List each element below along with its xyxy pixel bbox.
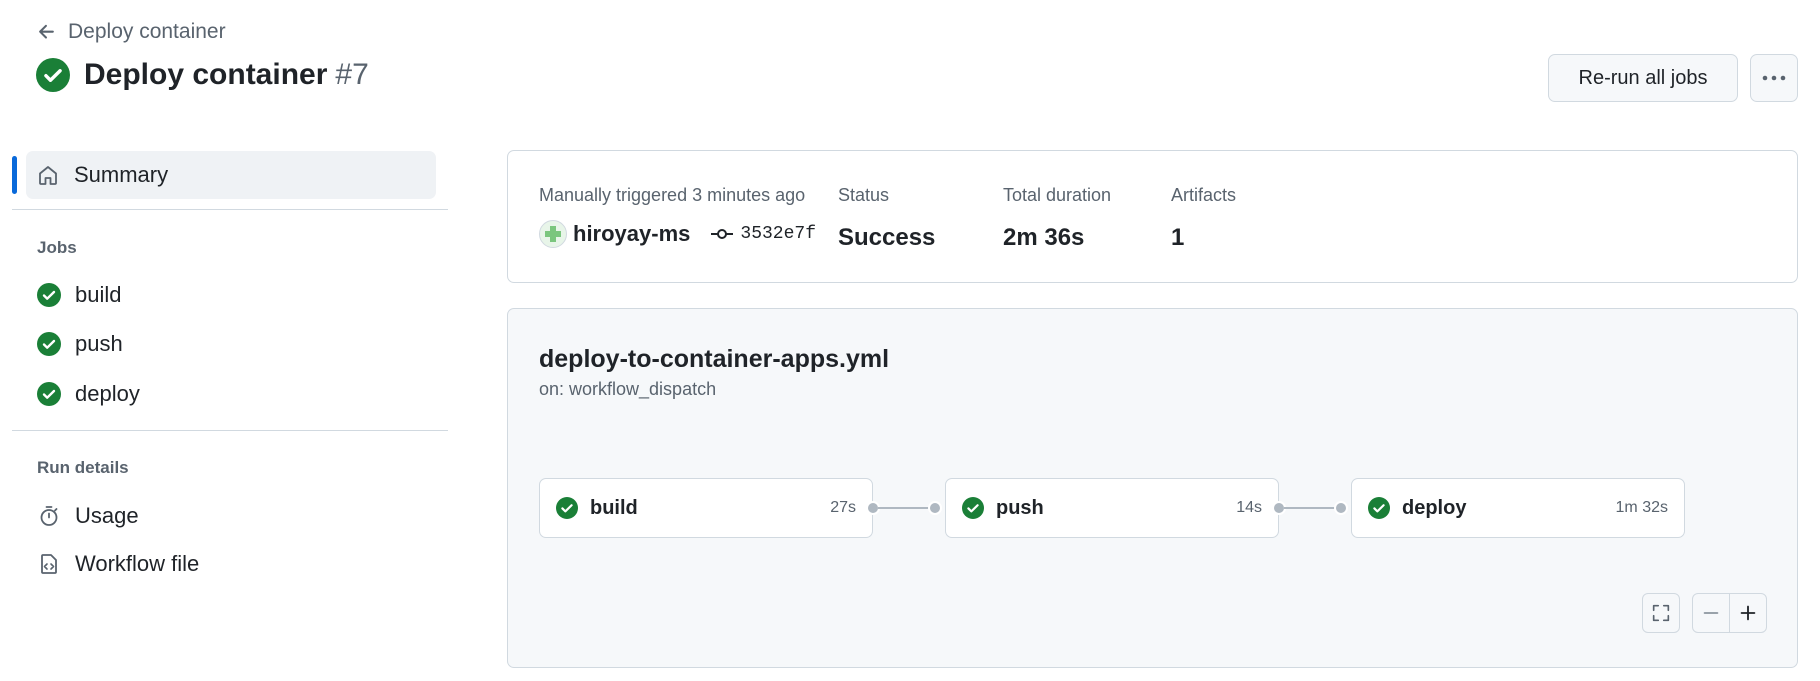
back-link[interactable]: Deploy container xyxy=(36,20,226,44)
back-link-label: Deploy container xyxy=(68,20,226,43)
git-commit-icon xyxy=(711,229,734,239)
duration-section: Total duration 2m 36s xyxy=(1003,185,1111,252)
success-check-icon xyxy=(556,497,578,519)
workflow-file-name: deploy-to-container-apps.yml xyxy=(539,345,890,373)
home-icon xyxy=(39,166,57,185)
graph-node xyxy=(928,501,942,515)
run-info-card: Manually triggered 3 minutes ago hiroyay… xyxy=(507,150,1798,283)
duration-label: Total duration xyxy=(1003,185,1112,205)
run-title: Deploy container #7 xyxy=(84,58,369,92)
success-check-icon xyxy=(1368,497,1390,519)
status-section: Status Success xyxy=(838,185,935,252)
fullscreen-icon xyxy=(1652,604,1670,622)
workflow-trigger: on: workflow_dispatch xyxy=(539,379,717,399)
job-name: deploy xyxy=(1402,496,1467,519)
avatar[interactable] xyxy=(539,220,567,248)
zoom-out-button[interactable] xyxy=(1692,593,1730,633)
sidebar-item-push[interactable]: push xyxy=(37,331,123,357)
job-name: build xyxy=(590,496,638,519)
zoom-in-button[interactable] xyxy=(1729,593,1767,633)
sidebar-item-summary[interactable]: Summary xyxy=(26,151,436,199)
sidebar-item-label: Workflow file xyxy=(75,551,200,576)
graph-job-build[interactable]: build 27s xyxy=(539,478,873,538)
trigger-section: Manually triggered 3 minutes ago hiroyay… xyxy=(539,185,816,248)
more-options-button[interactable] xyxy=(1750,54,1798,102)
minus-icon xyxy=(1703,612,1719,614)
jobs-heading: Jobs xyxy=(37,238,77,257)
sidebar-item-label: Summary xyxy=(74,162,169,187)
workflow-graph-card: deploy-to-container-apps.yml on: workflo… xyxy=(507,308,1798,668)
artifacts-section: Artifacts 1 xyxy=(1171,185,1236,252)
sidebar-item-label: Usage xyxy=(75,503,139,528)
active-indicator xyxy=(12,156,17,194)
duration-value: 2m 36s xyxy=(1003,224,1085,251)
job-duration: 14s xyxy=(1236,499,1262,516)
artifacts-value[interactable]: 1 xyxy=(1171,224,1236,252)
job-duration: 1m 32s xyxy=(1615,499,1668,516)
graph-node xyxy=(1334,501,1348,515)
sidebar-divider xyxy=(12,430,448,431)
graph-job-push[interactable]: push 14s xyxy=(945,478,1279,538)
rerun-all-jobs-button[interactable]: Re-run all jobs xyxy=(1548,54,1738,102)
graph-job-deploy[interactable]: deploy 1m 32s xyxy=(1351,478,1685,538)
commit-link[interactable]: 3532e7f xyxy=(740,224,816,244)
success-check-icon xyxy=(37,332,61,356)
graph-connector xyxy=(1284,507,1336,509)
job-name: push xyxy=(996,496,1044,519)
plus-icon xyxy=(1740,605,1756,621)
file-code-icon xyxy=(41,554,57,574)
sidebar-item-label: build xyxy=(75,282,122,307)
success-check-icon xyxy=(37,283,61,307)
sidebar-item-workflow-file[interactable]: Workflow file xyxy=(37,551,199,577)
sidebar-divider xyxy=(12,209,448,210)
sidebar-item-deploy[interactable]: deploy xyxy=(37,381,140,407)
sidebar-item-label: deploy xyxy=(75,381,140,406)
page-title: Deploy container #7 xyxy=(36,58,369,92)
success-check-icon xyxy=(36,58,70,92)
status-value: Success xyxy=(838,224,936,251)
arrow-left-icon xyxy=(39,24,54,39)
run-details-heading: Run details xyxy=(37,458,129,477)
sidebar-item-build[interactable]: build xyxy=(37,282,121,308)
artifacts-label: Artifacts xyxy=(1171,185,1237,205)
graph-connector xyxy=(878,507,930,509)
status-label: Status xyxy=(838,185,890,205)
avatar-icon xyxy=(545,226,561,242)
success-check-icon xyxy=(962,497,984,519)
run-title-text: Deploy container xyxy=(84,58,328,91)
sidebar-item-usage[interactable]: Usage xyxy=(37,503,139,529)
sidebar-item-label: push xyxy=(75,331,123,356)
trigger-label: Manually triggered 3 minutes ago xyxy=(539,185,806,205)
run-number: #7 xyxy=(335,58,369,91)
job-duration: 27s xyxy=(830,499,856,516)
actor-link[interactable]: hiroyay-ms xyxy=(573,221,690,247)
success-check-icon xyxy=(37,382,61,406)
kebab-horizontal-icon xyxy=(1762,75,1786,81)
fullscreen-button[interactable] xyxy=(1642,593,1680,633)
stopwatch-icon xyxy=(40,506,58,526)
